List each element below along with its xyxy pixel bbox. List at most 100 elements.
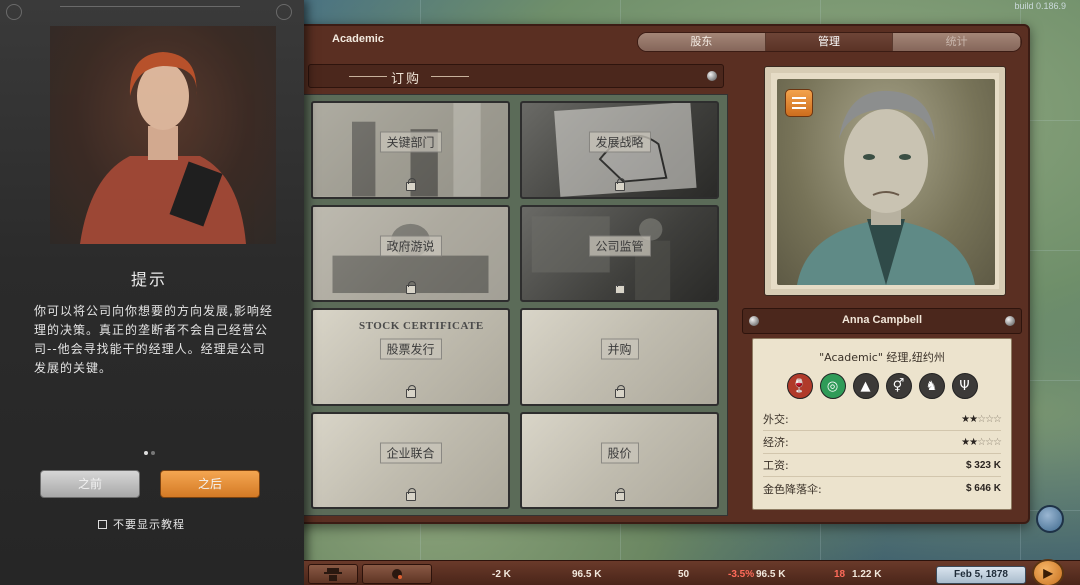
order-card-development-strategy[interactable]: 发展战略 xyxy=(520,101,719,199)
corner-ornament-icon xyxy=(6,4,22,20)
share-count: 18 xyxy=(834,569,846,580)
star-empty-icon: ☆ xyxy=(977,413,986,425)
card-label: 股价 xyxy=(600,442,639,464)
skip-tutorial-row[interactable]: 不要显示教程 xyxy=(98,516,185,532)
corner-ornament-icon xyxy=(276,4,292,20)
tab-statistics[interactable]: 统计 xyxy=(893,33,1021,51)
salary-label: 工资: xyxy=(763,459,789,472)
lock-icon xyxy=(405,384,416,398)
company-value: 96.5 K xyxy=(756,569,786,580)
company-title: Academic xyxy=(332,33,384,45)
card-label: 企业联合 xyxy=(379,442,442,464)
star-empty-icon: ☆ xyxy=(993,436,1002,448)
stat-diplomacy: 外交: ★★☆☆☆ xyxy=(763,408,1002,431)
share-price: 1.22 K xyxy=(852,569,882,580)
game-date: Feb 5, 1878 xyxy=(936,566,1026,584)
trait-row: 🍷 ◎ ▲ ⚥ ♞ Ψ xyxy=(763,373,1001,399)
detective-button[interactable] xyxy=(308,564,358,584)
play-button[interactable]: ▶ xyxy=(1032,559,1064,585)
order-title: 订购 xyxy=(391,72,422,87)
rocket-icon[interactable]: ▲ xyxy=(852,373,879,399)
star-empty-icon: ☆ xyxy=(985,436,994,448)
tutorial-body: 你可以将公司向你想要的方向发展,影响经理的决策。真正的垄断者不会自己经营公司--… xyxy=(34,304,273,375)
stat-salary: 工资: $ 323 K xyxy=(763,454,1001,477)
screw-icon xyxy=(707,71,717,81)
page-indicator xyxy=(144,451,155,455)
manager-menu-button[interactable] xyxy=(785,89,813,117)
skip-tutorial-checkbox[interactable] xyxy=(98,519,107,529)
order-card-stock-issue[interactable]: STOCK CERTIFICATE 股票发行 xyxy=(311,308,510,406)
map-navigation-button[interactable] xyxy=(1036,505,1064,533)
lock-icon xyxy=(405,488,416,501)
investor-button[interactable] xyxy=(362,564,432,584)
play-icon: ▶ xyxy=(1043,566,1053,580)
salary-value: $ 323 K xyxy=(965,459,1001,471)
star-filled-icon: ★ xyxy=(961,436,970,448)
lock-icon xyxy=(614,384,625,398)
tutorial-illustration xyxy=(50,26,276,244)
investor-icon xyxy=(392,569,402,579)
order-card-key-departments[interactable]: 关键部门 xyxy=(311,101,510,199)
screw-icon xyxy=(1005,316,1015,326)
lock-icon xyxy=(614,177,625,191)
tutorial-panel: 提示 你可以将公司向你想要的方向发展,影响经理的决策。真正的垄断者不会自己经营公… xyxy=(0,0,304,585)
tab-management[interactable]: 管理 xyxy=(765,33,894,51)
spiral-icon[interactable]: ◎ xyxy=(819,373,846,399)
page-dot xyxy=(151,451,155,455)
secretary-illustration xyxy=(80,52,246,244)
manager-info-card: "Academic" 经理,纽约州 🍷 ◎ ▲ ⚥ ♞ Ψ 外交: ★★☆☆☆ … xyxy=(752,338,1012,510)
status-bar: -2 K 96.5 K 50 -3.5% 96.5 K 18 1.22 K Fe… xyxy=(304,559,1080,585)
star-empty-icon: ☆ xyxy=(977,436,986,448)
order-card-lobbying[interactable]: 政府游说 xyxy=(311,204,510,302)
order-card-supervision[interactable]: 公司监管 xyxy=(520,204,719,302)
card-label: 发展战略 xyxy=(588,131,651,153)
manager-name: Anna Campbell xyxy=(841,314,923,326)
tab-shareholders[interactable]: 股东 xyxy=(638,33,766,51)
menu-bar xyxy=(792,97,806,99)
deer-icon[interactable]: Ψ xyxy=(951,373,978,399)
lock-icon xyxy=(614,281,625,294)
page-dot-active xyxy=(144,451,148,455)
lock-icon xyxy=(614,488,625,501)
company-window: Academic 股东 管理 统计 订购 关键部门 发展战略 政府游说 公司监管… xyxy=(292,24,1030,524)
star-filled-icon: ★ xyxy=(969,413,978,425)
order-grid: 关键部门 发展战略 政府游说 公司监管 STOCK CERTIFICATE 股票… xyxy=(300,94,728,516)
order-card-syndicate[interactable]: 企业联合 xyxy=(311,411,510,509)
lock-icon xyxy=(405,281,416,294)
order-card-merger[interactable]: 并购 xyxy=(520,308,719,406)
skip-tutorial-label: 不要显示教程 xyxy=(113,518,185,531)
gender-icon[interactable]: ⚥ xyxy=(885,373,912,399)
stock-certificate-text: STOCK CERTIFICATE xyxy=(359,320,484,332)
card-label: 关键部门 xyxy=(379,131,442,153)
card-label: 股票发行 xyxy=(379,338,442,360)
star-filled-icon: ★ xyxy=(961,413,970,425)
order-card-share-price[interactable]: 股价 xyxy=(520,411,719,509)
cash: 96.5 K xyxy=(572,569,602,580)
next-button[interactable]: 之后 xyxy=(160,470,260,498)
build-version: build 0.186.9 xyxy=(1014,1,1066,11)
parachute-label: 金色降落伞: xyxy=(763,482,822,496)
lock-icon xyxy=(405,177,416,191)
stat-label: 外交: xyxy=(763,413,789,426)
detective-icon xyxy=(324,568,342,581)
wine-icon[interactable]: 🍷 xyxy=(786,373,813,399)
manager-name-banner: Anna Campbell xyxy=(742,308,1022,334)
menu-bar xyxy=(792,107,806,109)
card-label: 政府游说 xyxy=(379,235,442,257)
tutorial-heading: 提示 xyxy=(130,270,167,289)
card-label: 公司监管 xyxy=(588,235,651,257)
horse-icon[interactable]: ♞ xyxy=(918,373,945,399)
manager-portrait-frame xyxy=(764,66,1006,296)
star-empty-icon: ☆ xyxy=(993,413,1002,425)
cash-change: -2 K xyxy=(492,569,511,580)
ornament-left xyxy=(349,76,387,77)
star-rating: ★★☆☆☆ xyxy=(961,436,1002,448)
percent-change: -3.5% xyxy=(728,569,755,580)
stat-golden-parachute: 金色降落伞: $ 646 K xyxy=(763,477,1001,500)
star-empty-icon: ☆ xyxy=(985,413,994,425)
star-rating: ★★☆☆☆ xyxy=(961,413,1002,425)
previous-button[interactable]: 之前 xyxy=(40,470,140,498)
top-ornament xyxy=(60,6,240,7)
ornament-right xyxy=(431,76,469,77)
menu-bar xyxy=(792,102,806,104)
